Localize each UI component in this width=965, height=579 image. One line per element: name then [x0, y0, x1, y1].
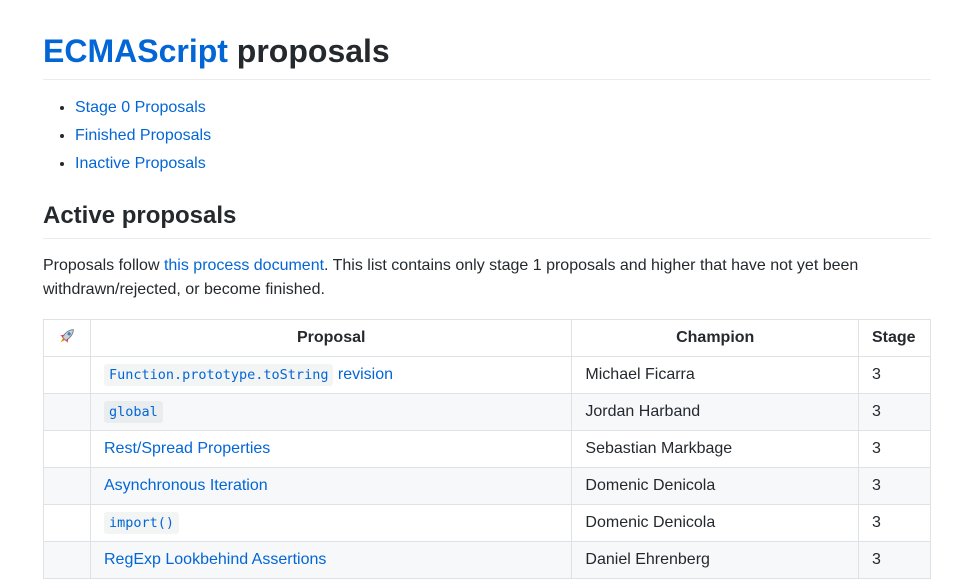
proposal-text: revision: [333, 366, 394, 383]
toc-item: Finished Proposals: [75, 124, 211, 152]
ecmascript-title-link[interactable]: ECMAScript: [43, 33, 228, 69]
champion-cell: Domenic Denicola: [571, 504, 859, 542]
rocket-icon: [57, 326, 77, 351]
proposal-column-header: Proposal: [89, 319, 573, 357]
table-row: global Jordan Harband 3: [43, 393, 931, 431]
row-icon-cell: [43, 430, 91, 468]
toc-item: Inactive Proposals: [75, 152, 211, 180]
table-row: Function.prototype.toString revision Mic…: [43, 356, 931, 394]
proposal-code: import(): [104, 512, 180, 534]
table-row: Rest/Spread Properties Sebastian Markbag…: [43, 430, 931, 468]
proposal-cell: Function.prototype.toString revision: [89, 356, 573, 394]
proposal-cell: Asynchronous Iteration: [89, 467, 573, 505]
stage-cell: 3: [858, 356, 931, 394]
row-icon-cell: [43, 541, 91, 579]
title-divider: [43, 79, 931, 80]
proposal-link[interactable]: RegExp Lookbehind Assertions: [104, 551, 326, 568]
row-icon-cell: [43, 467, 91, 505]
table-header-row: Proposal Champion Stage: [43, 319, 931, 357]
proposals-table: Proposal Champion Stage Function.prototy…: [43, 319, 931, 579]
row-icon-cell: [43, 393, 91, 431]
intro-paragraph: Proposals follow this process document. …: [43, 254, 931, 302]
proposal-cell: global: [89, 393, 573, 431]
inactive-proposals-link[interactable]: Inactive Proposals: [75, 155, 206, 172]
stage-cell: 3: [858, 541, 931, 579]
proposal-link[interactable]: global: [104, 401, 163, 423]
stage-column-header: Stage: [858, 319, 931, 357]
champion-cell: Jordan Harband: [571, 393, 859, 431]
finished-proposals-link[interactable]: Finished Proposals: [75, 127, 211, 144]
stage-cell: 3: [858, 430, 931, 468]
page-title-rest: proposals: [227, 33, 390, 69]
page-title: ECMAScript proposals: [43, 31, 390, 71]
rocket-header-cell: [43, 319, 91, 357]
toc-list: Stage 0 Proposals Finished Proposals Ina…: [43, 96, 211, 180]
stage-0-proposals-link[interactable]: Stage 0 Proposals: [75, 99, 206, 116]
proposal-code: global: [104, 401, 163, 423]
table-row: Asynchronous Iteration Domenic Denicola …: [43, 467, 931, 505]
process-document-link[interactable]: this process document: [164, 257, 324, 274]
champion-cell: Domenic Denicola: [571, 467, 859, 505]
row-icon-cell: [43, 504, 91, 542]
proposal-cell: RegExp Lookbehind Assertions: [89, 541, 573, 579]
intro-text-before: Proposals follow: [43, 257, 164, 274]
proposal-link[interactable]: Rest/Spread Properties: [104, 440, 270, 457]
table-row: RegExp Lookbehind Assertions Daniel Ehre…: [43, 541, 931, 579]
row-icon-cell: [43, 356, 91, 394]
stage-cell: 3: [858, 504, 931, 542]
table-row: import() Domenic Denicola 3: [43, 504, 931, 542]
proposal-link[interactable]: Function.prototype.toString revision: [104, 364, 394, 386]
champion-column-header: Champion: [571, 319, 859, 357]
section-divider: [43, 238, 931, 239]
section-title: Active proposals: [43, 202, 237, 229]
toc-item: Stage 0 Proposals: [75, 96, 211, 124]
champion-cell: Daniel Ehrenberg: [571, 541, 859, 579]
proposal-cell: import(): [89, 504, 573, 542]
champion-cell: Sebastian Markbage: [571, 430, 859, 468]
stage-cell: 3: [858, 393, 931, 431]
proposal-link[interactable]: Asynchronous Iteration: [104, 477, 268, 494]
stage-cell: 3: [858, 467, 931, 505]
champion-cell: Michael Ficarra: [571, 356, 859, 394]
proposal-link[interactable]: import(): [104, 512, 180, 534]
proposal-cell: Rest/Spread Properties: [89, 430, 573, 468]
proposal-code: Function.prototype.toString: [104, 364, 334, 386]
